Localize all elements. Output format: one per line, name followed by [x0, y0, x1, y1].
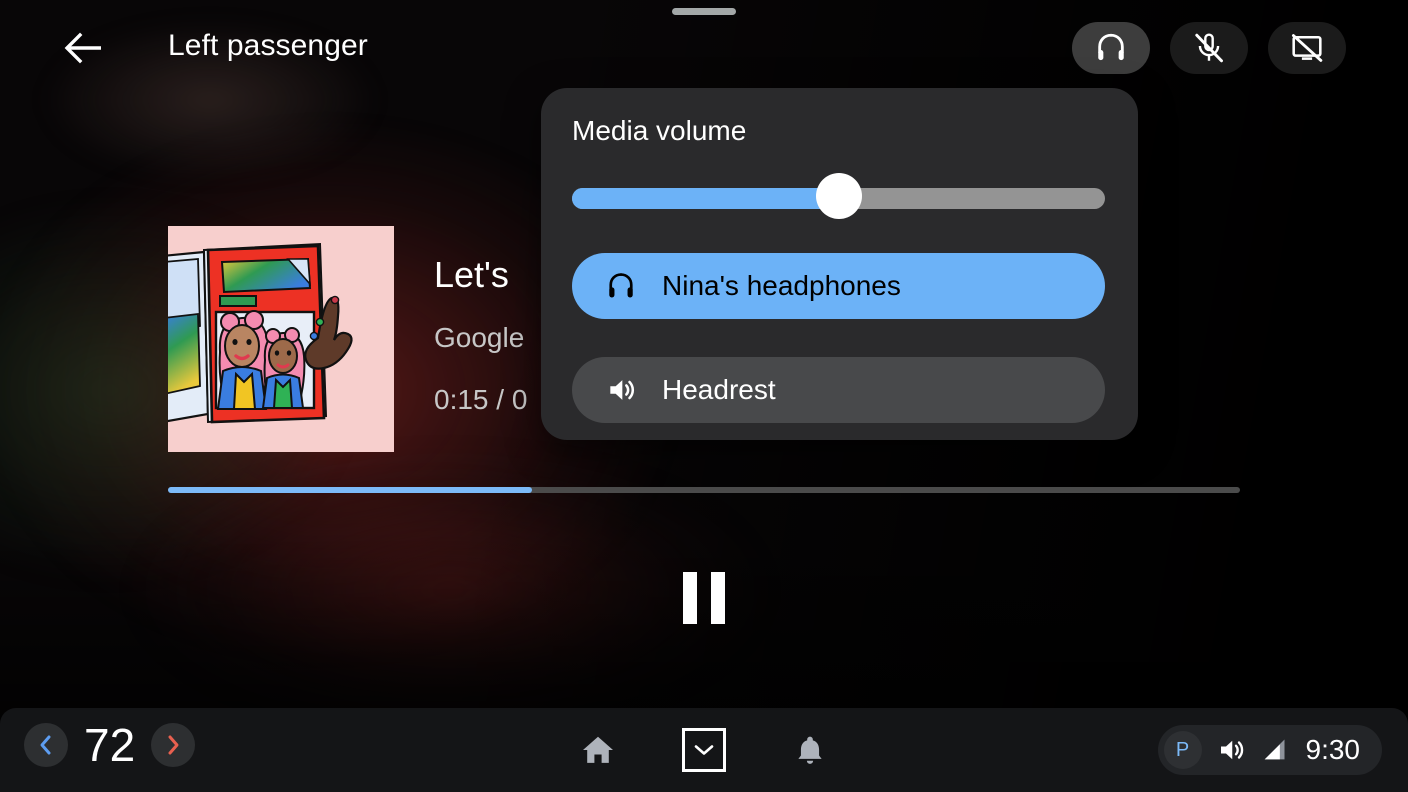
audio-output-option-headphones[interactable]: Nina's headphones	[572, 253, 1105, 319]
nav-expand-button[interactable]	[682, 728, 726, 772]
popup-title: Media volume	[572, 115, 747, 146]
audio-output-label: Nina's headphones	[662, 270, 901, 301]
headphones-icon	[1094, 31, 1128, 65]
album-art	[168, 226, 394, 452]
screen-off-button[interactable]	[1268, 22, 1346, 74]
nav-home-button[interactable]	[574, 726, 622, 774]
playback-progress-fill	[168, 487, 533, 493]
media-volume-slider[interactable]	[572, 173, 1105, 219]
bell-icon	[793, 733, 827, 767]
page-title: Left passenger	[168, 29, 368, 62]
arrow-left-icon	[64, 31, 104, 65]
audio-output-option-headrest[interactable]: Headrest	[572, 357, 1105, 423]
nav-notifications-button[interactable]	[786, 726, 834, 774]
microphone-off-button[interactable]	[1170, 22, 1248, 74]
bottom-navigation-bar: 72 P 9:30	[0, 708, 1408, 792]
slider-thumb[interactable]	[815, 173, 862, 219]
playback-progress-bar[interactable]	[168, 487, 1240, 493]
audio-output-label: Headrest	[662, 374, 776, 405]
temperature-value: 72	[84, 719, 136, 771]
nav-center-buttons	[574, 726, 834, 774]
speaker-volume-icon	[604, 373, 638, 407]
clock: 9:30	[1305, 734, 1361, 765]
chevron-right-icon	[163, 734, 183, 756]
temperature-decrease-button[interactable]	[24, 723, 68, 767]
signal-bars-icon	[1260, 736, 1288, 764]
slider-fill	[572, 188, 839, 209]
headphones-toggle-button[interactable]	[1072, 22, 1150, 74]
media-screen: Left passenger Let's Google 0:15 / 0 Med…	[0, 0, 1408, 792]
media-volume-popup: Media volume Nina's headphones Headrest	[541, 88, 1138, 440]
temperature-increase-button[interactable]	[151, 723, 196, 767]
pause-button[interactable]	[668, 560, 740, 636]
headphones-icon	[604, 269, 638, 303]
mic-off-icon	[1192, 31, 1226, 65]
status-pill[interactable]: P 9:30	[1157, 725, 1382, 775]
chevron-down-icon	[691, 741, 717, 759]
pause-icon	[683, 572, 725, 624]
top-action-buttons	[1072, 22, 1346, 74]
temperature-control: 72	[24, 719, 196, 771]
speaker-volume-icon[interactable]	[1216, 735, 1246, 765]
screen-off-icon	[1290, 31, 1324, 65]
gear-indicator: P	[1163, 731, 1202, 769]
home-icon	[580, 732, 616, 768]
chevron-left-icon	[36, 734, 56, 756]
top-bar: Left passenger	[0, 0, 1408, 96]
back-button[interactable]	[52, 20, 116, 76]
